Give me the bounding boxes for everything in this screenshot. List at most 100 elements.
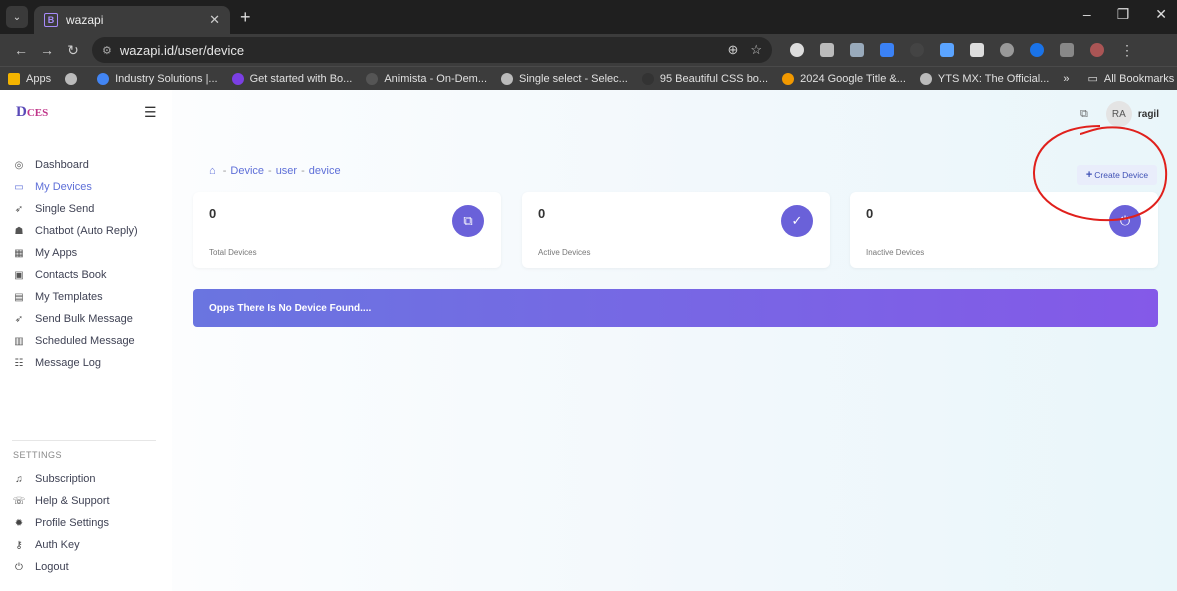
sidebar-item-label: Message Log (35, 357, 102, 369)
sidebar-item-help-support[interactable]: ☏ Help & Support (12, 490, 110, 512)
back-icon[interactable]: ← (8, 42, 34, 58)
sidebar-item-label: Auth Key (35, 539, 80, 551)
bookmark-item[interactable]: 2024 Google Title &... (782, 72, 906, 85)
send-icon: ➶ (14, 203, 24, 215)
divider (12, 440, 156, 441)
bookmark-label: 2024 Google Title &... (800, 72, 906, 85)
browser-toolbar: ← → ↻ ⚙ wazapi.id/user/device ⊕ ☆ ⋮ (0, 34, 1177, 66)
bookmark-label: Get started with Bo... (249, 72, 353, 85)
new-tab-icon[interactable]: + (240, 7, 251, 28)
bookmark-favicon-icon (501, 72, 514, 85)
settings-icon: ✹ (14, 517, 24, 529)
bookmarks-bar: Apps Industry Solutions |... Get started w… (0, 66, 1177, 90)
bookmark-label: Industry Solutions |... (115, 72, 218, 85)
breadcrumb-separator: - (268, 165, 272, 177)
bookmark-favicon-icon (641, 72, 654, 85)
site-info-icon[interactable]: ⚙ (102, 44, 112, 57)
sidebar-item-label: My Apps (35, 247, 78, 259)
sidebar-item-label: Single Send (35, 203, 95, 215)
copy-icon[interactable]: ⧉ (1080, 108, 1088, 121)
tab-title: wazapi (66, 13, 104, 27)
template-icon: ▤ (14, 291, 24, 303)
breadcrumb-item[interactable]: user (276, 165, 297, 177)
user-name[interactable]: ragil (1138, 109, 1159, 120)
bookmark-favicon-icon (231, 72, 244, 85)
stat-label: Active Devices (538, 248, 591, 257)
bookmark-item[interactable]: 95 Beautiful CSS bo... (641, 72, 769, 85)
bookmark-label: 95 Beautiful CSS bo... (659, 72, 769, 85)
stat-label: Inactive Devices (866, 248, 925, 257)
extension-globe-icon[interactable] (790, 43, 804, 57)
breadcrumb-separator: - (222, 165, 227, 177)
all-bookmarks-link[interactable]: All Bookmarks (1104, 73, 1174, 85)
breadcrumb-separator: - (301, 165, 305, 177)
sidebar-item-subscription[interactable]: ♫ Subscription (12, 468, 110, 490)
sidebar-item-profile-settings[interactable]: ✹ Profile Settings (12, 512, 110, 534)
sidebar-item-auth-key[interactable]: ⚷ Auth Key (12, 534, 110, 556)
browser-menu-icon[interactable]: ⋮ (1120, 42, 1134, 59)
bookmark-favicon-icon (65, 72, 78, 85)
bookmark-label: Animista - On-Dem... (384, 72, 488, 85)
stat-label: Total Devices (209, 248, 257, 257)
bookmark-item[interactable]: Get started with Bo... (231, 72, 353, 85)
reload-icon[interactable]: ↻ (60, 42, 86, 59)
home-icon[interactable]: ⌂ (209, 165, 216, 177)
bookmark-label: Single select - Selec... (519, 72, 628, 85)
browser-tab[interactable]: B wazapi ✕ (34, 6, 230, 34)
zoom-icon[interactable]: ⊕ (727, 42, 738, 58)
bookmark-item[interactable]: Apps (8, 72, 51, 85)
breadcrumb-item[interactable]: device (309, 165, 341, 177)
extension-doc-icon[interactable] (940, 43, 954, 57)
sidebar-item-send-bulk-message[interactable]: ➶ Send Bulk Message (12, 308, 138, 330)
sidebar-item-my-templates[interactable]: ▤ My Templates (12, 286, 138, 308)
extension-messenger-icon[interactable] (1030, 43, 1044, 57)
address-bar[interactable]: ⚙ wazapi.id/user/device ⊕ ☆ (92, 37, 772, 63)
stat-value: 0 (866, 206, 874, 221)
stat-card: 0 Active Devices ✓ (522, 192, 830, 268)
extension-record-icon[interactable] (1000, 43, 1014, 57)
bookmark-label: YTS MX: The Official... (937, 72, 1050, 85)
tab-list-icon[interactable]: ⌄ (6, 6, 28, 28)
extensions-puzzle-icon[interactable] (1060, 43, 1074, 57)
bookmark-item[interactable]: Single select - Selec... (501, 72, 628, 85)
bookmark-item[interactable]: Animista - On-Dem... (366, 72, 488, 85)
stat-card: 0 Total Devices ⧉ (193, 192, 501, 268)
settings-menu: ♫ Subscription ☏ Help & Support ✹ Profile Set… (12, 468, 110, 578)
app-logo[interactable]: DCES (16, 104, 48, 121)
extension-blue-icon[interactable] (880, 43, 894, 57)
bookmark-item[interactable]: Industry Solutions |... (97, 72, 218, 85)
bookmark-star-icon[interactable]: ☆ (750, 42, 762, 58)
bookmark-item[interactable]: YTS MX: The Official... (919, 72, 1050, 85)
window-close-icon[interactable]: ✕ (1155, 6, 1167, 23)
extension-circle-icon[interactable] (910, 43, 924, 57)
logout-icon: ⏻ (15, 561, 23, 573)
sidebar-item-chatbot-auto-reply[interactable]: ☗ Chatbot (Auto Reply) (12, 220, 138, 242)
profile-avatar-icon[interactable] (1090, 43, 1104, 57)
bookmark-item[interactable] (65, 72, 83, 85)
breadcrumb-item[interactable]: Device (230, 165, 264, 177)
browser-tab-bar: ⌄ B wazapi ✕ + – ❐ ✕ (0, 0, 1177, 34)
close-tab-icon[interactable]: ✕ (209, 12, 220, 28)
sidebar-item-scheduled-message[interactable]: ▥ Scheduled Message (12, 330, 138, 352)
restore-icon[interactable]: ❐ (1117, 6, 1130, 23)
minimize-icon[interactable]: – (1083, 6, 1091, 23)
bulk-send-icon: ➶ (14, 313, 24, 325)
sidebar-item-message-log[interactable]: ☷ Message Log (12, 352, 138, 374)
extension-react-icon[interactable] (850, 43, 864, 57)
extension-x-icon[interactable] (970, 43, 984, 57)
sidebar-item-label: Contacts Book (35, 269, 107, 281)
sidebar: DCES ☰ ◎ Dashboard ▭ My Devices ➶ Single Send… (0, 90, 172, 591)
sidebar-item-my-devices[interactable]: ▭ My Devices (12, 176, 138, 198)
extension-v-icon[interactable] (820, 43, 834, 57)
more-bookmarks-icon[interactable]: » (1063, 73, 1069, 85)
dashboard-icon: ◎ (14, 159, 24, 171)
sidebar-item-my-apps[interactable]: ▦ My Apps (12, 242, 138, 264)
app-page: DCES ☰ ◎ Dashboard ▭ My Devices ➶ Single Send… (0, 90, 1177, 591)
sidebar-item-single-send[interactable]: ➶ Single Send (12, 198, 138, 220)
stat-value: 0 (209, 206, 217, 221)
sidebar-item-contacts-book[interactable]: ▣ Contacts Book (12, 264, 138, 286)
sidebar-item-logout[interactable]: ⏻ Logout (12, 556, 110, 578)
menu-toggle-icon[interactable]: ☰ (144, 104, 157, 121)
sidebar-item-dashboard[interactable]: ◎ Dashboard (12, 154, 138, 176)
forward-icon[interactable]: → (34, 42, 60, 58)
